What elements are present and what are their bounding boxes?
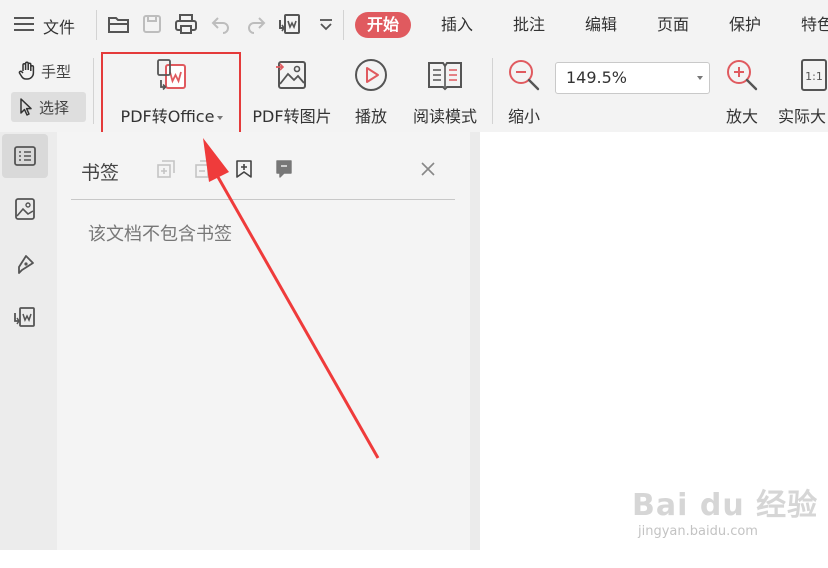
watermark-text: Bai du 经验 xyxy=(632,488,819,523)
actual-size-icon-text: 1:1 xyxy=(805,70,823,83)
pdf-to-image-icon xyxy=(274,56,310,94)
divider xyxy=(71,199,455,200)
zoom-out-icon xyxy=(506,56,542,94)
bookmark-list-icon[interactable] xyxy=(2,134,48,178)
tab-page[interactable]: 页面 xyxy=(657,12,689,38)
read-mode-label: 阅读模式 xyxy=(412,107,477,126)
bottom-strip xyxy=(0,550,828,568)
zoom-out-label: 缩小 xyxy=(507,107,540,126)
tab-edit[interactable]: 编辑 xyxy=(585,12,617,38)
close-icon[interactable] xyxy=(417,158,439,180)
pen-icon[interactable] xyxy=(2,242,48,286)
divider xyxy=(93,58,94,124)
play-icon xyxy=(353,56,389,94)
menu-icon[interactable] xyxy=(14,17,34,31)
add-bookmark-icon[interactable] xyxy=(155,158,177,180)
zoom-in-icon xyxy=(724,56,760,94)
tab-insert[interactable]: 插入 xyxy=(441,12,473,38)
file-menu[interactable]: 文件 xyxy=(43,14,75,38)
empty-bookmarks-message: 该文档不包含书签 xyxy=(88,224,232,245)
divider xyxy=(343,10,344,40)
zoom-level-select[interactable]: 149.5% xyxy=(555,62,710,94)
more-icon[interactable] xyxy=(313,11,339,37)
select-tool-label: 选择 xyxy=(39,98,70,117)
add-child-bookmark-icon[interactable] xyxy=(233,158,255,180)
select-tool-button[interactable]: 选择 xyxy=(11,92,86,122)
cursor-icon xyxy=(20,98,32,116)
tab-special[interactable]: 特色 xyxy=(801,12,828,38)
play-label: 播放 xyxy=(354,107,387,126)
pdf-to-image-button[interactable]: PDF转图片 xyxy=(247,56,337,127)
watermark: Bai du 经验 jingyan.baidu.com xyxy=(632,480,822,550)
zoom-in-button[interactable]: 放大 xyxy=(720,56,764,127)
tab-annotate[interactable]: 批注 xyxy=(513,12,545,38)
left-sidebar xyxy=(0,132,57,550)
zoom-value: 149.5% xyxy=(566,68,628,87)
chevron-down-icon xyxy=(697,76,703,80)
menu-bar: 文件 开始 插入 批注 编辑 页面 保护 特色 xyxy=(0,0,828,50)
ribbon-toolbar: 手型 选择 PDF转Office PDF转图片 播放 阅读模式 缩小 149.5… xyxy=(0,50,828,136)
open-folder-icon[interactable] xyxy=(106,11,132,37)
panel-title: 书签 xyxy=(81,162,120,184)
hand-tool-label: 手型 xyxy=(41,62,72,81)
play-button[interactable]: 播放 xyxy=(347,56,395,127)
book-icon xyxy=(426,56,464,94)
hand-tool-button[interactable]: 手型 xyxy=(11,56,86,86)
image-icon[interactable] xyxy=(2,187,48,231)
convert-icon[interactable] xyxy=(2,295,48,339)
bookmark-panel: 书签 该文档不包含书签 xyxy=(57,132,470,550)
hand-icon xyxy=(18,61,35,80)
tab-home[interactable]: 开始 xyxy=(355,12,412,38)
actual-size-label: 实际大 xyxy=(778,107,827,126)
save-icon[interactable] xyxy=(139,11,165,37)
divider xyxy=(96,10,97,40)
zoom-in-label: 放大 xyxy=(725,107,758,126)
redo-icon[interactable] xyxy=(243,11,269,37)
convert-icon[interactable] xyxy=(277,11,303,37)
pdf-to-image-label: PDF转图片 xyxy=(252,107,332,126)
actual-size-icon: 1:1 xyxy=(800,56,828,94)
actual-size-button[interactable]: 1:1 实际大 xyxy=(778,56,828,127)
bookmark-icon[interactable] xyxy=(273,158,295,180)
watermark-url: jingyan.baidu.com xyxy=(638,524,758,539)
highlight-box xyxy=(101,52,241,136)
tab-protect[interactable]: 保护 xyxy=(729,12,761,38)
undo-icon[interactable] xyxy=(208,11,234,37)
delete-bookmark-icon[interactable] xyxy=(193,158,215,180)
zoom-out-button[interactable]: 缩小 xyxy=(502,56,546,127)
page-gutter xyxy=(470,132,480,550)
print-icon[interactable] xyxy=(173,11,199,37)
read-mode-button[interactable]: 阅读模式 xyxy=(405,56,485,127)
divider xyxy=(492,58,493,124)
